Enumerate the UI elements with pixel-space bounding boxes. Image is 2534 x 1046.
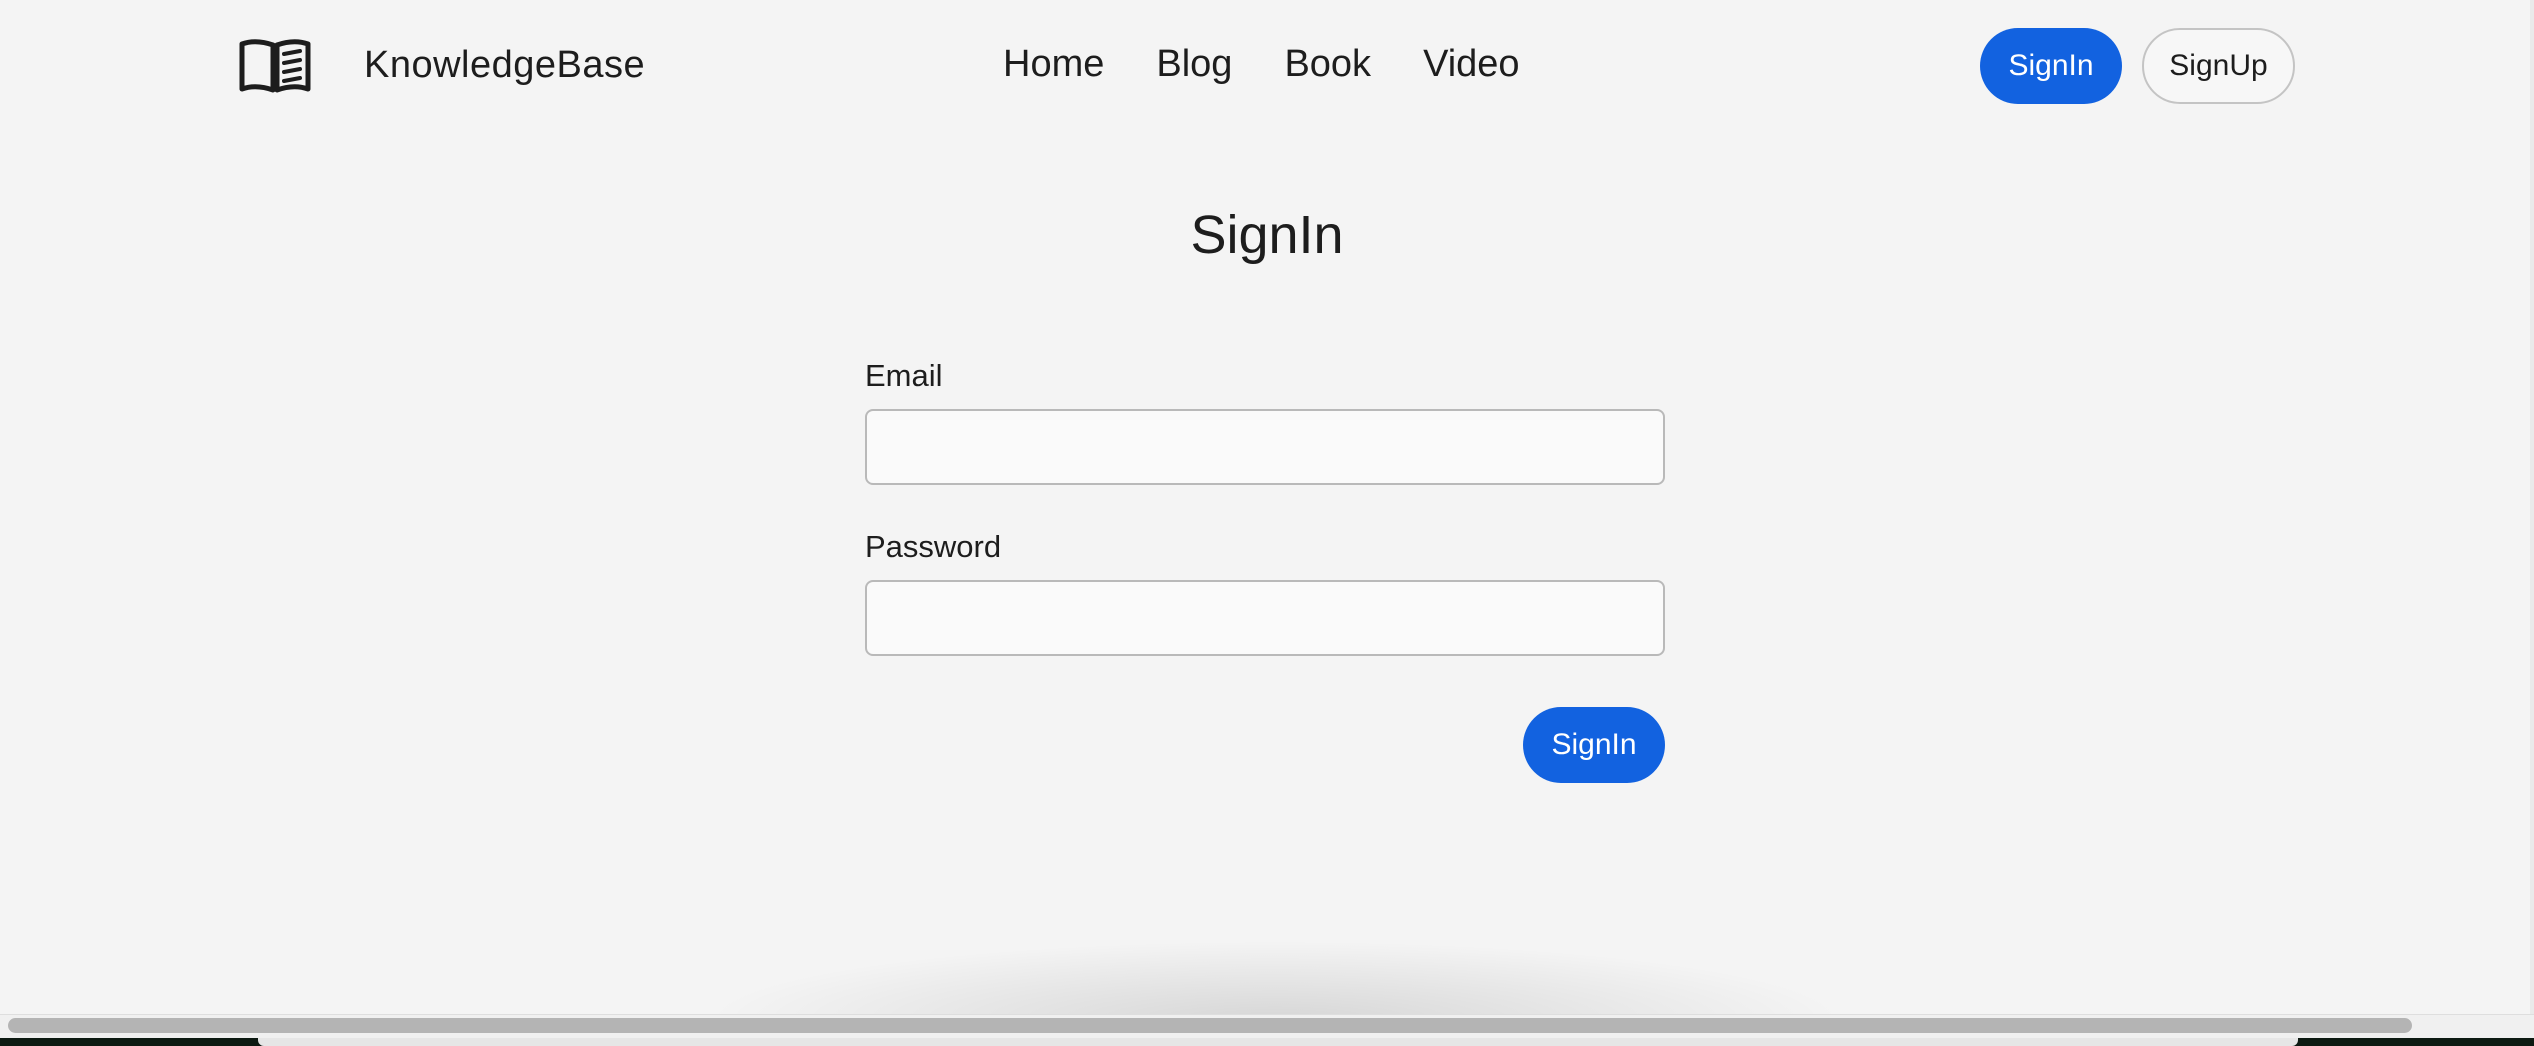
background-window-edge — [258, 1038, 2298, 1046]
site-header: KnowledgeBase Home Blog Book Video SignI… — [0, 0, 2534, 132]
email-label: Email — [865, 358, 943, 393]
header-signin-button[interactable]: SignIn — [1980, 28, 2122, 104]
nav-blog[interactable]: Blog — [1156, 38, 1232, 90]
page: KnowledgeBase Home Blog Book Video SignI… — [0, 0, 2534, 1020]
nav-video[interactable]: Video — [1423, 38, 1520, 90]
email-field[interactable] — [865, 409, 1665, 485]
header-signup-button[interactable]: SignUp — [2142, 28, 2295, 104]
signin-submit-button[interactable]: SignIn — [1523, 707, 1665, 783]
password-label: Password — [865, 529, 1002, 564]
main-nav: Home Blog Book Video — [1003, 38, 1520, 90]
brand-name[interactable]: KnowledgeBase — [364, 40, 645, 90]
window-edge — [2530, 0, 2534, 1014]
bottom-shadow — [700, 940, 1850, 1020]
open-book-icon — [239, 39, 311, 93]
password-field[interactable] — [865, 580, 1665, 656]
nav-book[interactable]: Book — [1284, 38, 1371, 90]
nav-home[interactable]: Home — [1003, 38, 1104, 90]
horizontal-scrollbar-thumb[interactable] — [8, 1018, 2412, 1033]
page-title: SignIn — [1190, 205, 1344, 265]
